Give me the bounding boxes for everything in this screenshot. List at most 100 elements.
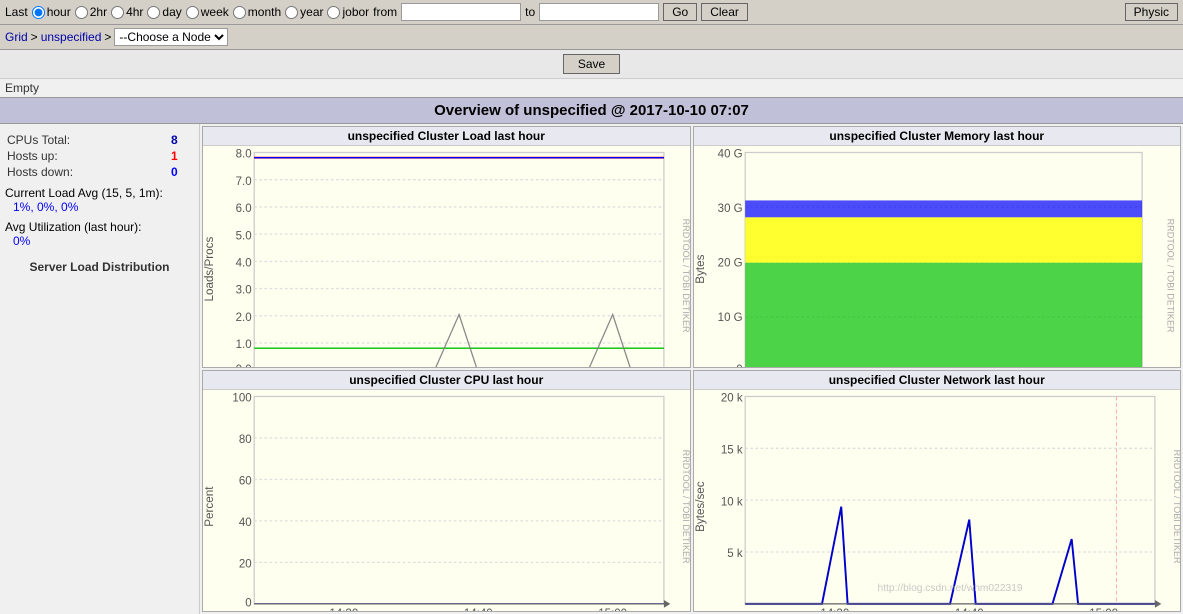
svg-text:10 k: 10 k xyxy=(720,496,742,508)
svg-text:40 G: 40 G xyxy=(717,149,742,161)
network-chart-box: unspecified Cluster Network last hour 20… xyxy=(693,370,1182,612)
2hr-radio[interactable] xyxy=(75,6,88,19)
memory-chart-svg: 40 G 30 G 20 G 10 G 0 xyxy=(694,146,1181,368)
week-radio-label[interactable]: week xyxy=(186,5,229,19)
stats-table: CPUs Total: 8 Hosts up: 1 Hosts down: 0 xyxy=(5,132,194,180)
node-select[interactable]: --Choose a Node xyxy=(114,28,228,46)
overview-title: Overview of unspecified @ 2017-10-10 07:… xyxy=(0,97,1183,124)
network-chart-area: 20 k 15 k 10 k 5 k 14:20 14:40 15:00 xyxy=(694,390,1181,612)
clear-button[interactable]: Clear xyxy=(701,3,748,21)
svg-text:Percent: Percent xyxy=(204,486,216,527)
svg-text:15:00: 15:00 xyxy=(598,608,627,612)
physic-button[interactable]: Physic xyxy=(1125,3,1178,21)
breadcrumb-sep2: > xyxy=(104,30,111,44)
svg-text:15 k: 15 k xyxy=(720,444,742,456)
svg-text:30 G: 30 G xyxy=(717,203,742,215)
svg-text:14:20: 14:20 xyxy=(820,608,849,612)
svg-text:20 G: 20 G xyxy=(717,257,742,269)
4hr-radio-label[interactable]: 4hr xyxy=(111,5,143,19)
cpu-chart-box: unspecified Cluster CPU last hour 100 80… xyxy=(202,370,691,612)
week-radio[interactable] xyxy=(186,6,199,19)
to-input[interactable] xyxy=(539,3,659,21)
cpu-chart-svg: 100 80 60 40 20 0 14:20 14:40 15:00 xyxy=(203,390,690,612)
hosts-down-row: Hosts down: 0 xyxy=(5,164,194,180)
svg-text:3.0: 3.0 xyxy=(236,285,252,297)
load-chart-title: unspecified Cluster Load last hour xyxy=(203,127,690,146)
from-input[interactable] xyxy=(401,3,521,21)
year-label: year xyxy=(300,5,323,19)
4hr-label: 4hr xyxy=(126,5,143,19)
svg-text:20: 20 xyxy=(239,559,252,571)
svg-text:14:20: 14:20 xyxy=(329,608,358,612)
svg-text:60: 60 xyxy=(239,476,252,488)
svg-text:2.0: 2.0 xyxy=(236,312,252,324)
load-chart-box: unspecified Cluster Load last hour 8.0 7… xyxy=(202,126,691,368)
svg-text:6.0: 6.0 xyxy=(236,203,252,215)
cpu-chart-area: 100 80 60 40 20 0 14:20 14:40 15:00 xyxy=(203,390,690,612)
month-label: month xyxy=(248,5,281,19)
hour-radio[interactable] xyxy=(32,6,45,19)
util-value: 0% xyxy=(5,234,194,248)
go-button[interactable]: Go xyxy=(663,3,697,21)
jobor-label: jobor xyxy=(342,5,369,19)
save-button[interactable]: Save xyxy=(563,54,620,74)
hosts-down-label: Hosts down: xyxy=(5,164,169,180)
svg-text:0: 0 xyxy=(736,364,742,368)
year-radio[interactable] xyxy=(285,6,298,19)
year-radio-label[interactable]: year xyxy=(285,5,323,19)
month-radio[interactable] xyxy=(233,6,246,19)
jobor-radio[interactable] xyxy=(327,6,340,19)
svg-text:5 k: 5 k xyxy=(727,548,743,560)
from-label: from xyxy=(373,5,397,19)
cpus-total-label: CPUs Total: xyxy=(5,132,169,148)
memory-chart-box: unspecified Cluster Memory last hour 40 … xyxy=(693,126,1182,368)
svg-text:7.0: 7.0 xyxy=(236,176,252,188)
day-label: day xyxy=(162,5,181,19)
left-panel: CPUs Total: 8 Hosts up: 1 Hosts down: 0 … xyxy=(0,124,200,614)
hour-label: hour xyxy=(47,5,71,19)
svg-text:10 G: 10 G xyxy=(717,312,742,324)
svg-text:0: 0 xyxy=(245,597,251,609)
svg-text:RRDTOOL / TOBI DETIKER: RRDTOOL / TOBI DETIKER xyxy=(1172,450,1180,564)
top-bar: Last hour 2hr 4hr day week month year jo… xyxy=(0,0,1183,25)
empty-label: Empty xyxy=(0,79,1183,97)
svg-text:0.0: 0.0 xyxy=(236,364,252,368)
network-chart-title: unspecified Cluster Network last hour xyxy=(694,371,1181,390)
cpus-total-value: 8 xyxy=(169,132,194,148)
4hr-radio[interactable] xyxy=(111,6,124,19)
load-chart-area: 8.0 7.0 6.0 5.0 4.0 3.0 2.0 1.0 0.0 xyxy=(203,146,690,368)
month-radio-label[interactable]: month xyxy=(233,5,281,19)
memory-chart-area: 40 G 30 G 20 G 10 G 0 xyxy=(694,146,1181,368)
hosts-up-row: Hosts up: 1 xyxy=(5,148,194,164)
main-content: CPUs Total: 8 Hosts up: 1 Hosts down: 0 … xyxy=(0,124,1183,614)
svg-text:http://blog.csdn.net/whm022319: http://blog.csdn.net/whm022319 xyxy=(877,583,1022,594)
svg-text:100: 100 xyxy=(232,393,251,405)
svg-text:RRDTOOL / TOBI DETIKER: RRDTOOL / TOBI DETIKER xyxy=(681,450,689,564)
util-section: Avg Utilization (last hour): 0% xyxy=(5,220,194,248)
svg-text:Bytes: Bytes xyxy=(695,254,707,283)
load-avg-section: Current Load Avg (15, 5, 1m): 1%, 0%, 0% xyxy=(5,186,194,214)
last-label: Last xyxy=(5,5,28,19)
util-label: Avg Utilization (last hour): xyxy=(5,220,194,234)
hour-radio-label[interactable]: hour xyxy=(32,5,71,19)
2hr-label: 2hr xyxy=(90,5,107,19)
2hr-radio-label[interactable]: 2hr xyxy=(75,5,107,19)
svg-text:8.0: 8.0 xyxy=(236,149,252,161)
unspecified-link[interactable]: unspecified xyxy=(41,30,102,44)
day-radio[interactable] xyxy=(147,6,160,19)
load-chart-svg: 8.0 7.0 6.0 5.0 4.0 3.0 2.0 1.0 0.0 xyxy=(203,146,690,368)
day-radio-label[interactable]: day xyxy=(147,5,181,19)
hosts-up-label: Hosts up: xyxy=(5,148,169,164)
cpus-total-row: CPUs Total: 8 xyxy=(5,132,194,148)
svg-text:4.0: 4.0 xyxy=(236,257,252,269)
charts-panel: unspecified Cluster Load last hour 8.0 7… xyxy=(200,124,1183,614)
server-dist-label: Server Load Distribution xyxy=(5,260,194,274)
hosts-up-value: 1 xyxy=(169,148,194,164)
grid-link[interactable]: Grid xyxy=(5,30,28,44)
network-chart-svg: 20 k 15 k 10 k 5 k 14:20 14:40 15:00 xyxy=(694,390,1181,612)
svg-text:RRDTOOL / TOBI DETIKER: RRDTOOL / TOBI DETIKER xyxy=(1165,219,1175,333)
jobor-radio-label[interactable]: jobor xyxy=(327,5,369,19)
svg-text:15:00: 15:00 xyxy=(1089,608,1118,612)
svg-text:1.0: 1.0 xyxy=(236,339,252,351)
svg-text:Bytes/sec: Bytes/sec xyxy=(695,481,707,532)
